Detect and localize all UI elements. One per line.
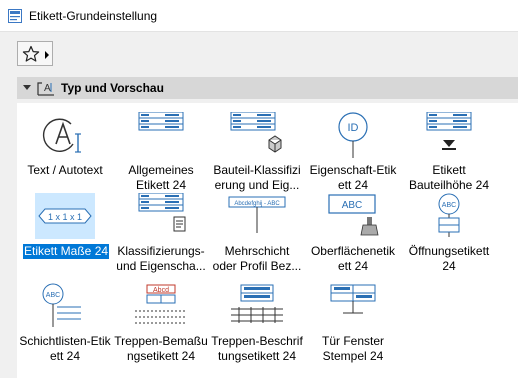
tile-label: Etikett Maße 24 (23, 244, 110, 259)
tile-icon-box: ABC (35, 283, 95, 329)
general-label-icon (138, 112, 184, 131)
property-label-icon: ID (338, 112, 368, 158)
surface-label-icon: ABC (328, 194, 379, 236)
tile-icon-box: Abcd (131, 283, 191, 329)
section-title: Typ und Vorschau (61, 81, 164, 95)
tile-icon-box (419, 112, 479, 158)
window-title: Etikett-Grundeinstellung (29, 9, 158, 23)
tile-icon-box: Abcdefghij - ABC (227, 193, 287, 239)
layer-list-label-icon: ABC (42, 283, 81, 327)
tile-label: Schichtlisten-Etik ett 24 (19, 334, 111, 363)
text-autotext-icon (42, 118, 81, 153)
tile-icon-box (227, 112, 287, 158)
door-window-stamp-icon (330, 284, 376, 314)
tile-label: Treppen-Bemaßu ngsetikett 24 (114, 334, 208, 363)
collapse-caret-icon[interactable] (23, 85, 31, 90)
tile-badge: ABC (442, 202, 456, 209)
tile-label: Eigenschaft-Etik ett 24 (309, 163, 397, 192)
tile-icon-box: ID (323, 112, 383, 158)
title-bar: Etikett-Grundeinstellung (0, 0, 518, 32)
dimension-label-icon: 1 x 1 x 1 (38, 208, 92, 224)
svg-text:A: A (44, 83, 51, 94)
stair-dimension-label-icon: Abcd (135, 284, 187, 324)
tile-label: Treppen-Beschrif tungsetikett 24 (211, 334, 303, 363)
tile-badge: Abcdefghij - ABC (234, 201, 280, 207)
tile-badge: ABC (46, 292, 60, 299)
favorites-button[interactable] (17, 41, 53, 66)
tile-icon-box (227, 283, 287, 329)
label-preview-icon: A (37, 82, 54, 96)
tile-icon-box (131, 193, 191, 239)
tile-label: Mehrschicht oder Profil Bez... (212, 244, 302, 273)
element-height-label-icon (426, 112, 472, 150)
tile-badge: Abcd (153, 287, 169, 294)
element-classification-icon (230, 112, 282, 153)
label-type-grid: Text / Autotext Allgemeines Etikett 24 B… (17, 103, 518, 378)
tile-label: Text / Autotext (27, 163, 103, 177)
tile-label: Etikett Bauteilhöhe 24 (408, 163, 490, 192)
tile-label: Klassifizierungs- und Eigenscha... (116, 244, 206, 273)
tile-label: Oberflächenetik ett 24 (310, 244, 396, 273)
tile-badge: 1 x 1 x 1 (48, 212, 82, 222)
composite-profile-icon: Abcdefghij - ABC (228, 196, 286, 233)
tile-icon-box (323, 283, 383, 329)
tile-badge: ABC (342, 200, 363, 211)
tile-icon-box: ABC (323, 193, 383, 239)
app-icon (8, 9, 22, 23)
tile-icon-box: ABC (419, 193, 479, 239)
tile-icon-box (35, 112, 95, 158)
tile-label: Bauteil-Klassifizi erung und Eig... (213, 163, 301, 192)
opening-label-icon: ABC (438, 193, 460, 237)
tile-icon-box (131, 112, 191, 158)
tile-badge: ID (348, 122, 359, 134)
stair-annotation-label-icon (231, 284, 283, 323)
star-icon (22, 45, 40, 62)
classification-properties-icon (138, 193, 186, 232)
tile-label: Öffnungsetikett 24 (408, 244, 490, 273)
tile-icon-box: 1 x 1 x 1 (35, 193, 95, 239)
tile-label: Allgemeines Etikett 24 (128, 163, 194, 192)
dropdown-arrow-icon (45, 51, 49, 59)
tile-label: Tür Fenster Stempel 24 (321, 334, 384, 363)
section-header[interactable]: A Typ und Vorschau (17, 77, 518, 99)
